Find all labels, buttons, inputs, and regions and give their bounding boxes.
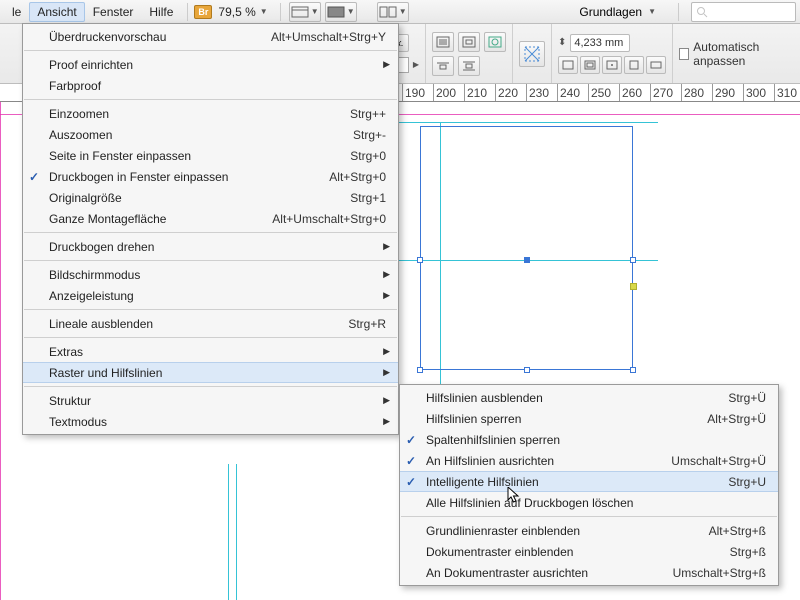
- fit-prop-button[interactable]: [624, 56, 644, 74]
- handle[interactable]: [524, 257, 530, 263]
- guide: [0, 102, 1, 600]
- view-options-button[interactable]: ▼: [289, 2, 321, 22]
- handle[interactable]: [524, 367, 530, 373]
- menu-item-fenster[interactable]: Fenster: [85, 2, 142, 22]
- menu-row[interactable]: An Dokumentraster ausrichtenUmschalt+Str…: [400, 562, 778, 583]
- menubar: le Ansicht Fenster Hilfe Br 79,5 %▼ ▼ ▼ …: [0, 0, 800, 24]
- menu-row[interactable]: Dokumentraster einblendenStrg+ß: [400, 541, 778, 562]
- menu-row[interactable]: Hilfslinien ausblendenStrg+Ü: [400, 387, 778, 408]
- search-input[interactable]: [691, 2, 796, 22]
- center-content-button[interactable]: [602, 56, 622, 74]
- menu-row[interactable]: Anzeigeleistung▶: [23, 285, 398, 306]
- menu-row[interactable]: Ganze MontageflächeAlt+Umschalt+Strg+0: [23, 208, 398, 229]
- text-wrap-shape-button[interactable]: [484, 32, 506, 52]
- menu-item-hilfe[interactable]: Hilfe: [141, 2, 181, 22]
- autofit-checkbox[interactable]: Automatisch anpassen: [679, 40, 794, 68]
- menu-row[interactable]: AuszoomenStrg+-: [23, 124, 398, 145]
- menu-row[interactable]: Grundlinienraster einblendenAlt+Strg+ß: [400, 520, 778, 541]
- screen-mode-button[interactable]: ▼: [325, 2, 357, 22]
- menu-row[interactable]: Seite in Fenster einpassenStrg+0: [23, 145, 398, 166]
- menu-row[interactable]: Bildschirmmodus▶: [23, 264, 398, 285]
- menu-row[interactable]: Raster und Hilfslinien▶: [23, 362, 398, 383]
- menu-row[interactable]: Farbproof: [23, 75, 398, 96]
- menu-row[interactable]: ✓Spaltenhilfslinien sperren: [400, 429, 778, 450]
- bridge-icon[interactable]: Br: [194, 5, 212, 19]
- zoom-level[interactable]: 79,5 %▼: [212, 5, 273, 19]
- measure-field[interactable]: 4,233 mm: [570, 34, 630, 52]
- column-guide: [236, 464, 237, 600]
- search-icon: [696, 6, 708, 18]
- fit-content-button[interactable]: [558, 56, 578, 74]
- menu-row[interactable]: ÜberdruckenvorschauAlt+Umschalt+Strg+Y: [23, 26, 398, 47]
- handle[interactable]: [417, 367, 423, 373]
- menu-row[interactable]: Extras▶: [23, 341, 398, 362]
- menu-row[interactable]: Textmodus▶: [23, 411, 398, 432]
- fit-frame-button[interactable]: [580, 56, 600, 74]
- menu-item[interactable]: le: [4, 2, 29, 22]
- menu-row[interactable]: ✓An Hilfslinien ausrichtenUmschalt+Strg+…: [400, 450, 778, 471]
- text-wrap-skip-button[interactable]: [458, 56, 480, 76]
- menu-row[interactable]: ✓Druckbogen in Fenster einpassenAlt+Strg…: [23, 166, 398, 187]
- menu-row[interactable]: Lineale ausblendenStrg+R: [23, 313, 398, 334]
- handle[interactable]: [630, 257, 636, 263]
- menu-row[interactable]: Alle Hilfslinien auf Druckbogen löschen: [400, 492, 778, 513]
- guide: [398, 122, 658, 123]
- fill-prop-button[interactable]: [646, 56, 666, 74]
- menu-item-ansicht[interactable]: Ansicht: [29, 2, 84, 22]
- handle[interactable]: [630, 367, 636, 373]
- menu-row[interactable]: Druckbogen drehen▶: [23, 236, 398, 257]
- text-wrap-bounding-button[interactable]: [458, 32, 480, 52]
- menu-row[interactable]: EinzoomenStrg++: [23, 103, 398, 124]
- handle[interactable]: [417, 257, 423, 263]
- view-menu: ÜberdruckenvorschauAlt+Umschalt+Strg+Y Pr…: [22, 23, 399, 435]
- menu-row[interactable]: Struktur▶: [23, 390, 398, 411]
- arrange-button[interactable]: ▼: [377, 2, 409, 22]
- guides-submenu: Hilfslinien ausblendenStrg+ÜHilfslinien …: [399, 384, 779, 586]
- menu-row[interactable]: ✓Intelligente HilfslinienStrg+U: [400, 471, 778, 492]
- menu-row[interactable]: Proof einrichten▶: [23, 54, 398, 75]
- frame-fitting-button[interactable]: [519, 41, 545, 67]
- column-guide: [228, 464, 229, 600]
- selected-frame[interactable]: [420, 126, 633, 370]
- workspace-switcher[interactable]: Grundlagen▼: [569, 2, 666, 22]
- handle-live-corner[interactable]: [630, 283, 637, 290]
- menu-row[interactable]: Hilfslinien sperrenAlt+Strg+Ü: [400, 408, 778, 429]
- text-wrap-button[interactable]: [432, 32, 454, 52]
- menu-row[interactable]: OriginalgrößeStrg+1: [23, 187, 398, 208]
- text-wrap-jump-button[interactable]: [432, 56, 454, 76]
